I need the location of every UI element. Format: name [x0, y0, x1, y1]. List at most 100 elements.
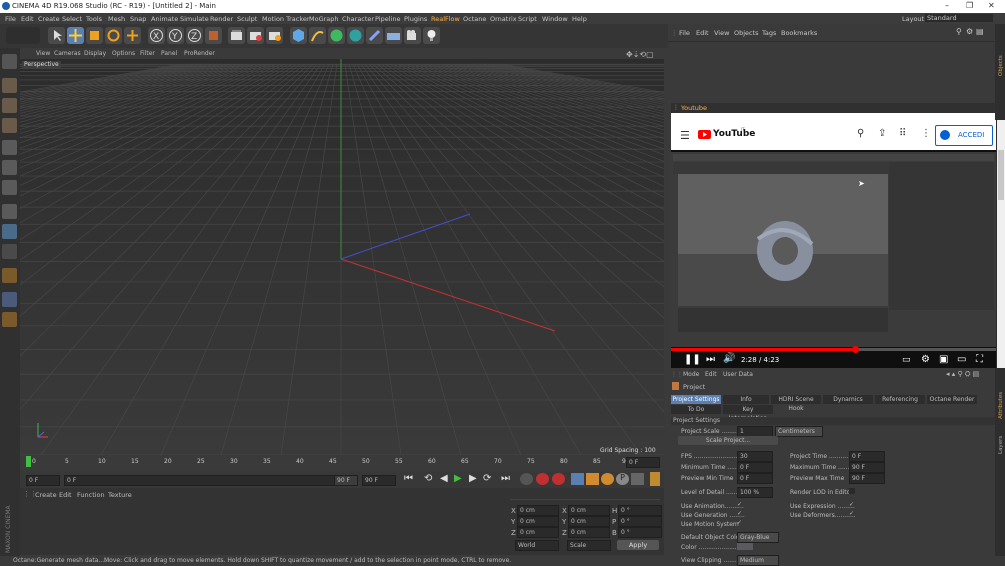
settings-icon[interactable]: ⚙ — [966, 27, 973, 36]
object-menu-edit[interactable]: Edit — [696, 29, 709, 37]
more-vert-icon[interactable]: ⋮ — [921, 128, 931, 139]
model-mode-icon[interactable] — [2, 78, 17, 93]
tab-info[interactable]: Info — [723, 395, 769, 404]
panel-grip-icon[interactable]: ⋮⋮ — [671, 371, 683, 378]
material-menu-create[interactable]: Create — [35, 491, 57, 499]
tab-referencing[interactable]: Referencing — [875, 395, 925, 404]
tab-project-settings[interactable]: Project Settings — [671, 395, 721, 404]
tab-to-do[interactable]: To Do — [671, 405, 721, 414]
hamburger-menu-icon[interactable]: ☰ — [680, 129, 690, 142]
theater-mode-icon[interactable]: ▭ — [957, 354, 966, 365]
layout-select[interactable]: Standard — [925, 14, 993, 22]
tab-hdri-scene-hook[interactable]: HDRI Scene Hook — [771, 395, 821, 412]
upload-icon[interactable]: ⇪ — [878, 128, 886, 139]
start-frame-field[interactable]: 0 F — [26, 475, 60, 486]
workplane-lock-icon[interactable] — [2, 292, 17, 307]
next-key-icon[interactable]: ⟳ — [483, 473, 491, 484]
maximize-button[interactable]: ❐ — [966, 1, 973, 10]
workplane-mode-icon[interactable] — [2, 118, 17, 133]
range-slider[interactable]: 0 F — [64, 475, 358, 486]
rot-p-field[interactable]: 0 ° — [618, 516, 662, 527]
viewport-menu-cameras[interactable]: Cameras — [54, 50, 81, 57]
render-lod-checkbox[interactable] — [849, 488, 855, 494]
login-button[interactable]: ACCEDI — [935, 125, 993, 146]
layout-icon[interactable]: ▤ — [976, 27, 984, 36]
key-parameter-icon[interactable]: P — [616, 473, 629, 485]
object-list[interactable] — [668, 41, 994, 102]
minimum-time-field[interactable]: 0 F — [737, 462, 773, 473]
maximum-time-field[interactable]: 90 F — [849, 462, 885, 473]
subtitles-icon[interactable]: ▭ — [902, 355, 911, 365]
use-expression-checkbox[interactable]: ✓ — [849, 502, 855, 508]
viewport-nav-icons[interactable]: ✥⇣⟲▢ — [626, 50, 654, 59]
material-menu-function[interactable]: Function — [77, 491, 105, 499]
key-rotation-icon[interactable] — [601, 473, 614, 485]
scale-project-button[interactable]: Scale Project... — [678, 436, 778, 445]
pos-z-field[interactable]: 0 cm — [517, 527, 559, 538]
menu-file[interactable]: File — [5, 15, 16, 23]
next-video-icon[interactable]: ⏭ — [706, 354, 715, 365]
fullscreen-icon[interactable]: ⛶ — [976, 354, 983, 365]
fps-field[interactable]: 30 — [737, 451, 773, 462]
level-of-detail-field[interactable]: 100 % — [737, 487, 773, 498]
keyframe-selection-icon[interactable] — [552, 473, 565, 485]
viewport-menu-view[interactable]: View — [36, 50, 50, 57]
project-scale-unit-select[interactable]: Centimeters — [775, 426, 823, 437]
edges-mode-icon[interactable] — [2, 160, 17, 175]
menu-ornatrix[interactable]: Ornatrix — [490, 15, 517, 23]
pen-spline-icon[interactable] — [309, 27, 326, 44]
end-frame-field[interactable]: 90 F — [362, 475, 396, 486]
menu-sculpt[interactable]: Sculpt — [237, 15, 257, 23]
timeline-ruler[interactable]: 0 5 10 15 20 25 30 35 40 45 50 55 60 65 … — [20, 455, 664, 469]
polygons-mode-icon[interactable] — [2, 180, 17, 195]
apply-button[interactable]: Apply — [617, 540, 659, 550]
viewport-menu-prorender[interactable]: ProRender — [184, 50, 215, 57]
menu-tools[interactable]: Tools — [86, 15, 102, 23]
material-menu-texture[interactable]: Texture — [108, 491, 132, 499]
settings-gear-icon[interactable]: ⚙ — [921, 354, 930, 365]
size-x-field[interactable]: 0 cm — [568, 505, 610, 516]
z-axis-lock-icon[interactable]: Z — [186, 27, 203, 44]
menu-animate[interactable]: Animate — [151, 15, 178, 23]
tweak-mode-icon[interactable] — [2, 224, 17, 239]
rot-h-field[interactable]: 0 ° — [618, 505, 662, 516]
default-object-color-select[interactable]: Gray-Blue — [737, 532, 779, 543]
use-deformers-checkbox[interactable]: ✓ — [849, 511, 855, 517]
youtube-scrollbar[interactable] — [997, 120, 1005, 368]
size-z-field[interactable]: 0 cm — [568, 527, 610, 538]
tab-octane-render[interactable]: Octane Render — [927, 395, 977, 404]
side-tab-layers[interactable]: Layers — [998, 436, 1004, 454]
x-axis-lock-icon[interactable]: X — [148, 27, 165, 44]
viewport-menu-panel[interactable]: Panel — [161, 50, 177, 57]
object-menu-objects[interactable]: Objects — [734, 29, 759, 37]
go-to-end-icon[interactable]: ⏭ — [501, 473, 510, 484]
pos-y-field[interactable]: 0 cm — [517, 516, 559, 527]
key-pla-icon[interactable] — [631, 473, 644, 485]
previous-frame-icon[interactable]: ◀ — [440, 473, 448, 484]
undo-redo-icon[interactable] — [6, 27, 40, 44]
minimize-button[interactable]: – — [945, 1, 949, 10]
color-swatch[interactable] — [737, 543, 753, 550]
menu-script[interactable]: Script — [518, 15, 537, 23]
pause-icon[interactable]: ❚❚ — [684, 354, 701, 365]
subdivision-surface-icon[interactable] — [328, 27, 345, 44]
preview-min-time-field[interactable]: 0 F — [737, 473, 773, 484]
menu-snap[interactable]: Snap — [130, 15, 146, 23]
texture-mode-icon[interactable] — [2, 98, 17, 113]
coordinate-system-icon[interactable] — [205, 27, 222, 44]
tab-dynamics[interactable]: Dynamics — [823, 395, 873, 404]
youtube-brand[interactable]: YouTube — [713, 129, 755, 139]
perspective-viewport[interactable]: Perspective Grid Spacing : 100 cm — [20, 59, 664, 455]
menu-plugins[interactable]: Plugins — [404, 15, 427, 23]
scale-tool-icon[interactable] — [86, 27, 103, 44]
menu-motion-tracker[interactable]: Motion Tracker — [262, 15, 310, 23]
play-icon[interactable]: ▶ — [454, 473, 462, 484]
use-motion-system-checkbox[interactable]: ✓ — [737, 520, 743, 526]
floor-scene-icon[interactable] — [385, 27, 402, 44]
recent-tools-icon[interactable] — [124, 27, 141, 44]
apps-grid-icon[interactable]: ⠿ — [899, 128, 906, 139]
search-icon[interactable]: ⚲ — [857, 128, 864, 139]
axis-mode-icon[interactable] — [2, 204, 17, 219]
search-icon[interactable]: ⚲ — [956, 27, 962, 36]
menu-mesh[interactable]: Mesh — [108, 15, 125, 23]
